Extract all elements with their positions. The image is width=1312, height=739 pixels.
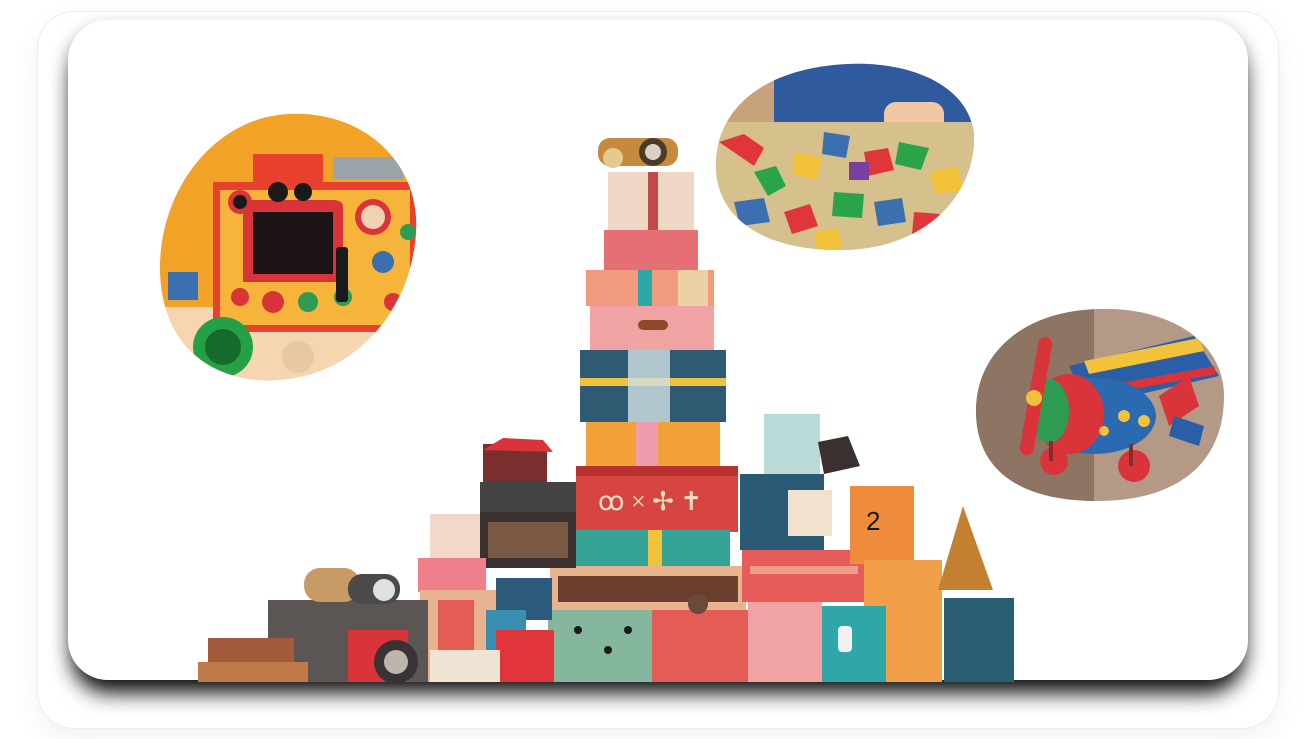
toy-box-tower-illustration: ꝏ × ✢ ✝ 2 — [198, 138, 1014, 684]
toy-box-tower: ꝏ × ✢ ✝ 2 — [198, 130, 1028, 684]
binoculars-top — [598, 138, 678, 168]
left-cluster — [198, 438, 576, 684]
svg-text:ꝏ × ✢ ✝: ꝏ × ✢ ✝ — [598, 487, 702, 516]
right-cluster: 2 — [740, 414, 1014, 682]
box-number: 2 — [866, 506, 880, 536]
